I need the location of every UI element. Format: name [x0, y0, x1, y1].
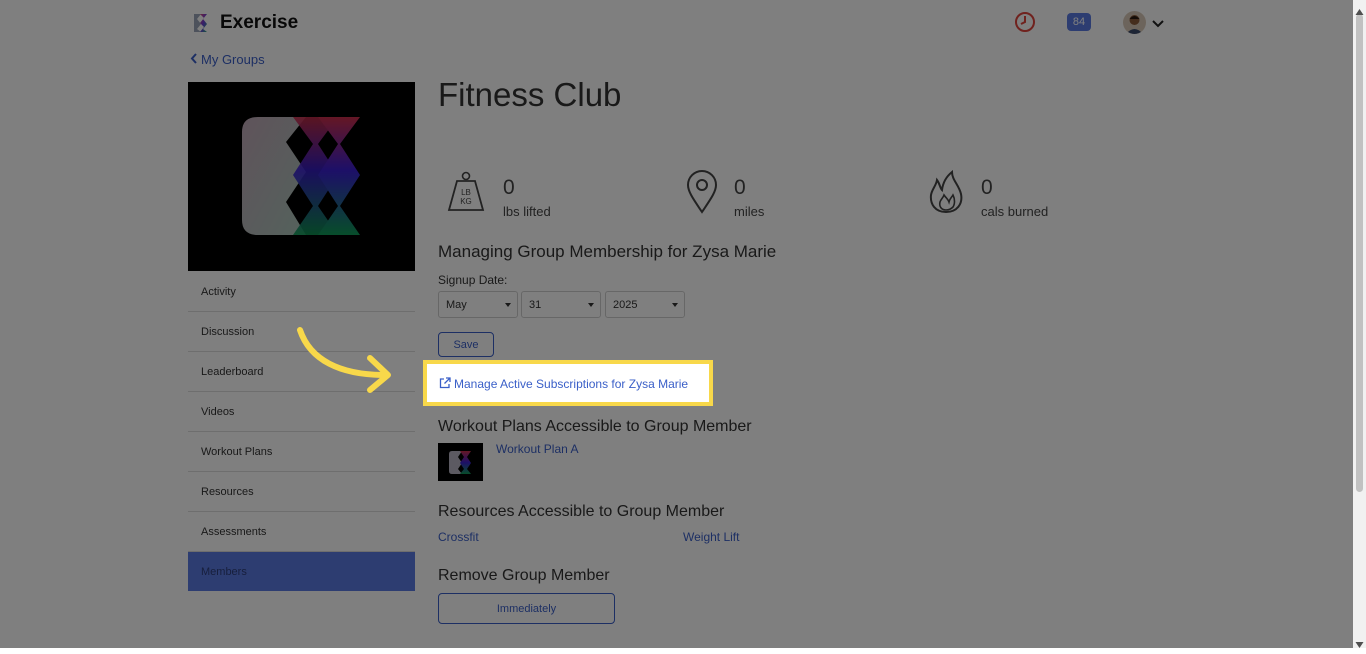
page-title: Fitness Club [438, 76, 622, 113]
weight-icon: LB KG [445, 170, 487, 214]
workout-plans-heading: Workout Plans Accessible to Group Member [438, 418, 752, 435]
scroll-up-arrow-icon[interactable] [1355, 3, 1364, 15]
resources-heading: Resources Accessible to Group Member [438, 503, 725, 520]
caret-down-icon [505, 303, 511, 307]
signup-year-select[interactable]: 2025 [605, 291, 685, 318]
nav-item-members[interactable]: Members [188, 552, 415, 591]
avatar[interactable] [1123, 11, 1146, 34]
weight-icon-kg-text: KG [460, 197, 472, 206]
resource-link-crossfit[interactable]: Crossfit [438, 530, 479, 544]
chevron-down-icon[interactable] [1152, 16, 1164, 28]
manage-subscriptions-link[interactable]: Manage Active Subscriptions for Zysa Mar… [439, 377, 688, 391]
remove-member-heading: Remove Group Member [438, 567, 610, 584]
flame-icon [926, 169, 968, 214]
stat-lbs-value: 0 [503, 176, 515, 199]
weight-icon-lb-text: LB [461, 188, 471, 197]
caret-down-icon [672, 303, 678, 307]
back-link-label: My Groups [201, 52, 265, 67]
nav-item-resources[interactable]: Resources [188, 472, 415, 512]
workout-plan-link[interactable]: Workout Plan A [496, 442, 579, 456]
back-to-groups-link[interactable]: My Groups [190, 52, 265, 67]
stat-lbs-label: lbs lifted [503, 204, 551, 219]
app-logo-icon[interactable] [191, 12, 213, 34]
signup-month-value: May [446, 299, 467, 311]
stat-cals-label: cals burned [981, 204, 1049, 219]
app-title: Exercise [220, 12, 299, 33]
stat-miles-value: 0 [734, 176, 746, 199]
workout-plan-thumbnail[interactable] [438, 443, 483, 481]
caret-down-icon [588, 303, 594, 307]
stat-miles-label: miles [734, 204, 765, 219]
chevron-left-icon [190, 52, 198, 64]
clock-icon[interactable] [1014, 11, 1036, 33]
remove-immediately-button[interactable]: Immediately [438, 593, 615, 624]
external-link-icon [439, 377, 451, 389]
notification-badge[interactable]: 84 [1067, 13, 1091, 31]
signup-date-label: Signup Date: [438, 273, 508, 287]
map-pin-icon [684, 170, 726, 214]
save-button[interactable]: Save [438, 332, 494, 357]
resource-link-weight-lift[interactable]: Weight Lift [683, 530, 739, 544]
nav-item-activity[interactable]: Activity [188, 272, 415, 312]
nav-item-assessments[interactable]: Assessments [188, 512, 415, 552]
tutorial-arrow-icon [290, 320, 400, 400]
signup-month-select[interactable]: May [438, 291, 518, 318]
scroll-down-arrow-icon[interactable] [1355, 636, 1364, 648]
group-image [188, 82, 415, 271]
signup-day-value: 31 [529, 299, 542, 311]
membership-heading: Managing Group Membership for Zysa Marie [438, 242, 777, 261]
stat-cals-value: 0 [981, 176, 993, 199]
signup-year-value: 2025 [613, 299, 638, 311]
nav-item-workout-plans[interactable]: Workout Plans [188, 432, 415, 472]
signup-day-select[interactable]: 31 [521, 291, 601, 318]
scrollbar-thumb[interactable] [1356, 14, 1363, 492]
manage-subscriptions-label: Manage Active Subscriptions for Zysa Mar… [454, 377, 689, 391]
